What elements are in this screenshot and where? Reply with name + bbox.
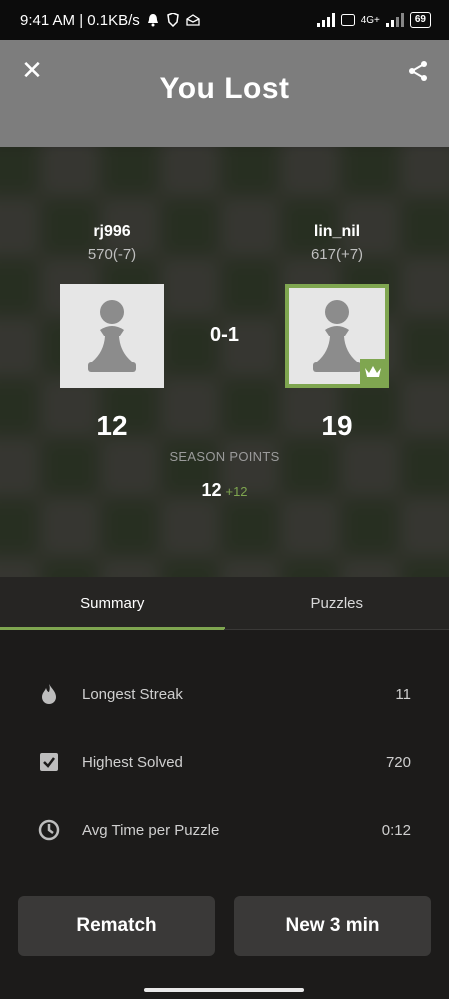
status-time: 9:41 AM | 0.1KB/s bbox=[20, 11, 140, 29]
summary-value: 720 bbox=[385, 753, 411, 771]
season-points-value: 12 bbox=[201, 480, 222, 500]
brave-browser-icon bbox=[166, 13, 180, 27]
signal-bars-2-icon bbox=[385, 13, 404, 27]
summary-value: 11 bbox=[395, 685, 411, 703]
result-header: ✕ You Lost bbox=[0, 40, 449, 147]
share-icon[interactable] bbox=[407, 60, 431, 84]
battery-indicator: 69 bbox=[409, 12, 431, 28]
player-right-name[interactable]: lin_nil bbox=[277, 223, 397, 241]
season-points-total: 12 +12 bbox=[0, 480, 449, 501]
summary-label: Longest Streak bbox=[82, 685, 183, 703]
player-left-name[interactable]: rj996 bbox=[52, 223, 172, 241]
season-points-label: SEASON POINTS bbox=[169, 449, 280, 464]
flame-icon bbox=[38, 683, 60, 705]
summary-row-solved: Highest Solved 720 bbox=[0, 742, 449, 782]
player-right-points: 19 bbox=[321, 410, 353, 441]
crown-icon bbox=[360, 359, 386, 385]
page-title: You Lost bbox=[159, 72, 290, 105]
action-bar: Rematch New 3 min bbox=[0, 880, 449, 999]
summary-row-avg-time: Avg Time per Puzzle 0:12 bbox=[0, 810, 449, 850]
summary-label: Avg Time per Puzzle bbox=[82, 821, 220, 839]
summary-panel: Longest Streak 11 Highest Solved 720 Avg… bbox=[0, 630, 449, 880]
player-left-points: 12 bbox=[96, 410, 128, 441]
summary-value: 0:12 bbox=[381, 821, 411, 839]
mail-icon bbox=[186, 13, 200, 27]
player-right-rating: 617(+7) bbox=[310, 246, 364, 263]
player-right-avatar[interactable] bbox=[285, 284, 389, 388]
summary-row-streak: Longest Streak 11 bbox=[0, 674, 449, 714]
season-points-gain: +12 bbox=[225, 484, 248, 499]
volte-icon bbox=[340, 13, 355, 27]
clock-icon bbox=[38, 819, 60, 841]
checkbox-icon bbox=[38, 751, 60, 773]
new-game-button[interactable]: New 3 min bbox=[234, 896, 431, 956]
tab-puzzles[interactable]: Puzzles bbox=[225, 577, 449, 630]
tab-summary[interactable]: Summary bbox=[0, 577, 225, 630]
network-type: 4G+ bbox=[360, 14, 380, 26]
summary-label: Highest Solved bbox=[82, 753, 183, 771]
status-bar: 9:41 AM | 0.1KB/s 4G+ 69 bbox=[0, 0, 449, 40]
rematch-button[interactable]: Rematch bbox=[18, 896, 215, 956]
home-indicator[interactable] bbox=[144, 988, 304, 992]
notification-icon bbox=[146, 13, 160, 27]
signal-bars-icon bbox=[316, 13, 335, 27]
tab-bar: Summary Puzzles bbox=[0, 577, 449, 630]
player-left-rating: 570(-7) bbox=[87, 246, 137, 263]
